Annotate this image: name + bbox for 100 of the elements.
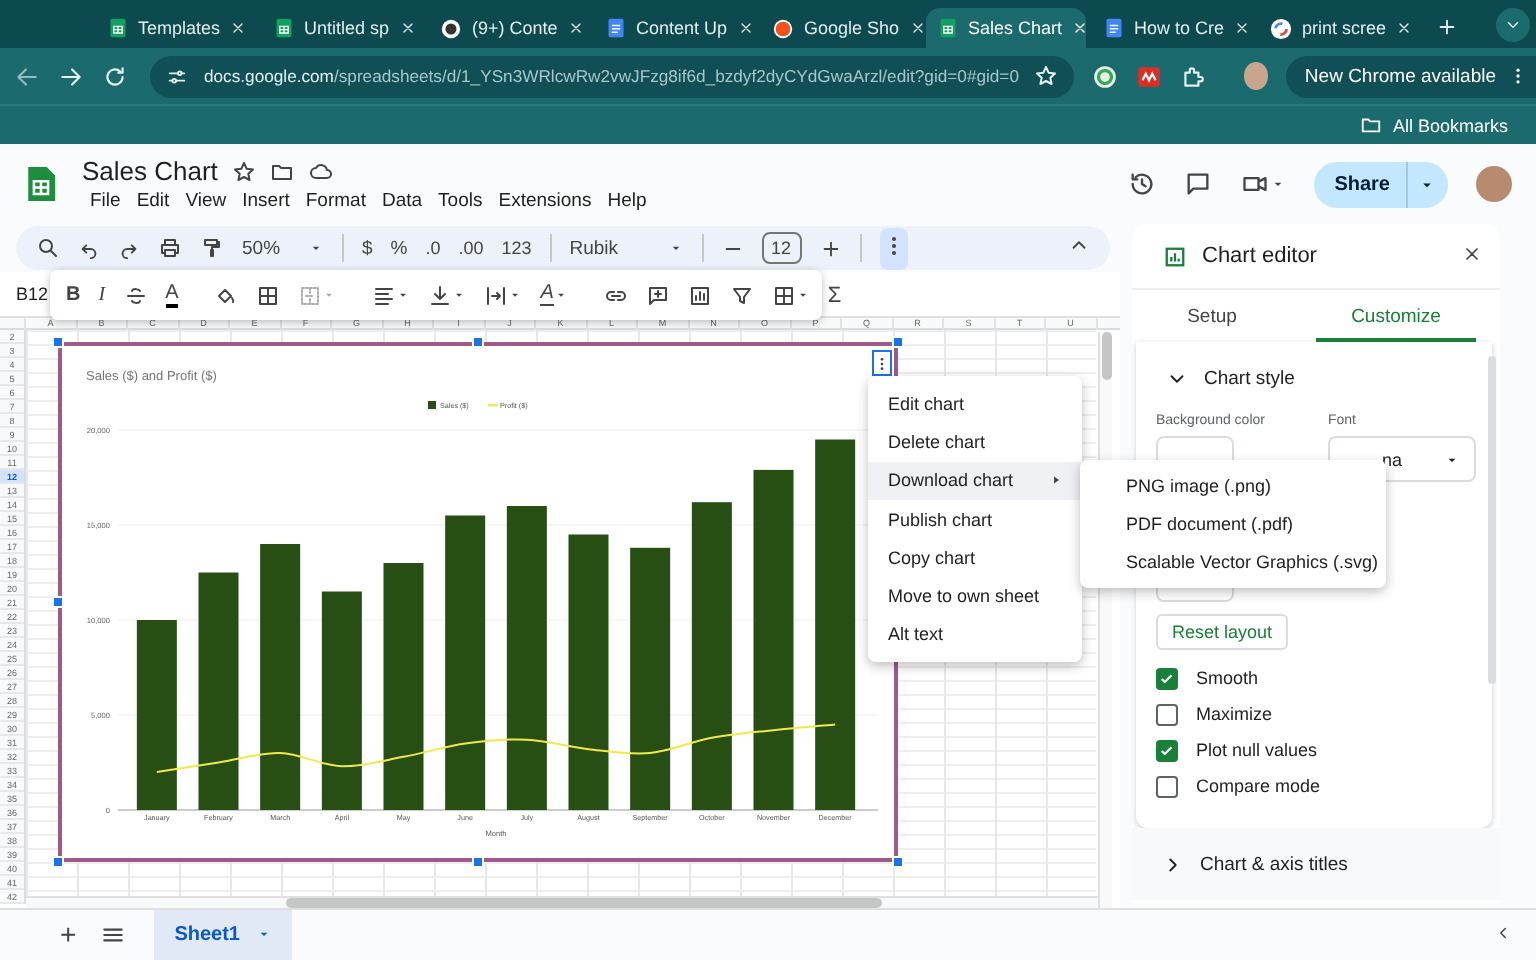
italic-button[interactable]: I — [98, 284, 106, 306]
browser-tab[interactable]: Sales Chart — [926, 8, 1086, 48]
close-icon[interactable] — [737, 20, 754, 36]
checkbox[interactable] — [1156, 775, 1178, 797]
address-bar[interactable]: docs.google.com/spreadsheets/d/1_YSn3WRlcwRw2vwJFzg8if6d_bzdyf2dyCYdGwaArzl/edit?gid=0#gid=0 — [150, 55, 1075, 97]
document-title[interactable]: Sales Chart — [82, 156, 218, 186]
editor-tab[interactable]: Setup — [1132, 290, 1292, 342]
history-icon[interactable] — [1128, 170, 1157, 198]
comment-icon[interactable] — [1184, 170, 1213, 198]
percent-button[interactable]: % — [390, 237, 408, 259]
browser-tab[interactable]: (9+) Conte — [428, 8, 588, 48]
menu-item[interactable]: Edit — [128, 190, 178, 212]
merge-cells-icon[interactable] — [298, 283, 323, 307]
back-icon[interactable] — [14, 63, 40, 89]
functions-button[interactable]: Σ — [827, 283, 842, 307]
tab-search-button[interactable] — [1496, 8, 1530, 42]
menu-item[interactable]: Help — [599, 190, 655, 212]
font-size-field[interactable]: 12 — [761, 232, 802, 264]
paint-format-icon[interactable] — [200, 236, 224, 260]
borders-icon[interactable] — [256, 283, 281, 307]
increase-decimal-button[interactable]: .00 — [458, 238, 484, 258]
chart-menu-button[interactable] — [872, 350, 892, 376]
zoom-dropdown[interactable]: 50% — [242, 237, 324, 259]
editor-tab[interactable]: Customize — [1316, 290, 1476, 342]
filter-icon[interactable] — [729, 283, 754, 307]
align-icon[interactable] — [372, 283, 397, 307]
collapse-panel-icon[interactable] — [1494, 924, 1512, 942]
avatar-icon[interactable] — [1476, 166, 1512, 202]
text-color-button[interactable]: A — [165, 283, 179, 307]
close-icon[interactable] — [230, 20, 247, 36]
resize-handle[interactable] — [52, 336, 64, 348]
menu-item[interactable]: Extensions — [490, 190, 600, 212]
close-icon[interactable] — [1072, 20, 1089, 36]
search-icon[interactable] — [36, 236, 60, 260]
resize-handle[interactable] — [52, 596, 64, 608]
browser-tab[interactable]: Google Sho — [760, 8, 920, 48]
checkbox[interactable] — [1156, 667, 1178, 689]
checkbox[interactable] — [1156, 703, 1178, 725]
menu-item[interactable]: PDF document (.pdf) — [1080, 504, 1386, 544]
resize-handle[interactable] — [472, 336, 484, 348]
close-icon[interactable] — [399, 20, 416, 36]
update-button[interactable]: New Chrome available — [1286, 55, 1536, 97]
chart-icon[interactable] — [687, 283, 712, 307]
currency-button[interactable]: $ — [361, 237, 373, 259]
menu-item[interactable]: Format — [297, 190, 374, 212]
menu-item[interactable]: View — [177, 190, 235, 212]
resize-handle[interactable] — [52, 856, 64, 868]
resize-handle[interactable] — [892, 336, 904, 348]
bookmarks-button[interactable]: All Bookmarks — [1360, 114, 1508, 136]
bold-button[interactable]: B — [66, 284, 81, 306]
horizontal-scrollbar[interactable] — [26, 896, 1098, 908]
print-icon[interactable] — [158, 236, 182, 260]
checkbox[interactable] — [1156, 739, 1178, 761]
browser-tab[interactable]: print scree — [1258, 8, 1418, 48]
resize-handle[interactable] — [892, 856, 904, 868]
folder-icon[interactable] — [269, 159, 294, 183]
caret-icon[interactable] — [553, 288, 568, 302]
browser-tab[interactable]: How to Cre — [1092, 8, 1252, 48]
text-rotation-button[interactable]: A — [540, 284, 554, 306]
scrollbar[interactable] — [1488, 356, 1496, 684]
browser-tab[interactable]: Content Up — [594, 8, 754, 48]
close-icon[interactable] — [1462, 243, 1482, 263]
resize-handle[interactable] — [472, 856, 484, 868]
star-icon[interactable] — [231, 159, 256, 183]
text-wrap-icon[interactable] — [484, 283, 509, 307]
reload-icon[interactable] — [102, 63, 128, 89]
close-icon[interactable] — [1234, 20, 1251, 36]
cloud-icon[interactable] — [307, 159, 334, 183]
avatar-icon[interactable] — [1244, 62, 1269, 90]
sheet-tab[interactable]: Sheet1 — [154, 909, 292, 959]
reset-layout-button[interactable]: Reset layout — [1156, 614, 1289, 650]
bookmark-star-icon[interactable] — [1034, 64, 1059, 88]
section-header[interactable]: Chart style — [1156, 342, 1492, 414]
cell-reference[interactable]: B12 — [16, 284, 49, 304]
extension-icon[interactable] — [1136, 63, 1163, 89]
vertical-align-icon[interactable] — [428, 283, 453, 307]
fill-color-icon[interactable] — [214, 283, 239, 307]
menu-item[interactable]: Insert — [234, 190, 298, 212]
number-format-button[interactable]: 123 — [501, 238, 532, 258]
puzzle-icon[interactable] — [1180, 63, 1207, 89]
extension-icon[interactable] — [1092, 63, 1119, 89]
add-sheet-button[interactable]: + — [60, 918, 77, 950]
menu-item[interactable]: File — [82, 190, 129, 212]
browser-tab[interactable]: Templates — [96, 8, 256, 48]
caret-icon[interactable] — [396, 288, 411, 302]
menu-item[interactable]: Download chart — [868, 461, 1082, 500]
strikethrough-icon[interactable] — [123, 283, 148, 307]
font-dropdown[interactable]: Rubik — [569, 237, 684, 259]
decrease-decimal-button[interactable]: .0 — [425, 238, 441, 258]
new-tab-icon[interactable] — [1436, 16, 1458, 38]
plus-icon[interactable] — [819, 237, 842, 259]
browser-tab[interactable]: Untitled sp — [262, 8, 422, 48]
caret-icon[interactable] — [795, 288, 810, 302]
filter-views-icon[interactable] — [771, 283, 796, 307]
close-icon[interactable] — [909, 20, 926, 36]
menu-item[interactable]: Scalable Vector Graphics (.svg) — [1080, 543, 1386, 582]
menu-item[interactable]: Data — [373, 190, 431, 212]
caret-icon[interactable] — [508, 288, 523, 302]
sheets-logo-icon[interactable] — [24, 162, 58, 206]
close-icon[interactable] — [1396, 20, 1413, 36]
